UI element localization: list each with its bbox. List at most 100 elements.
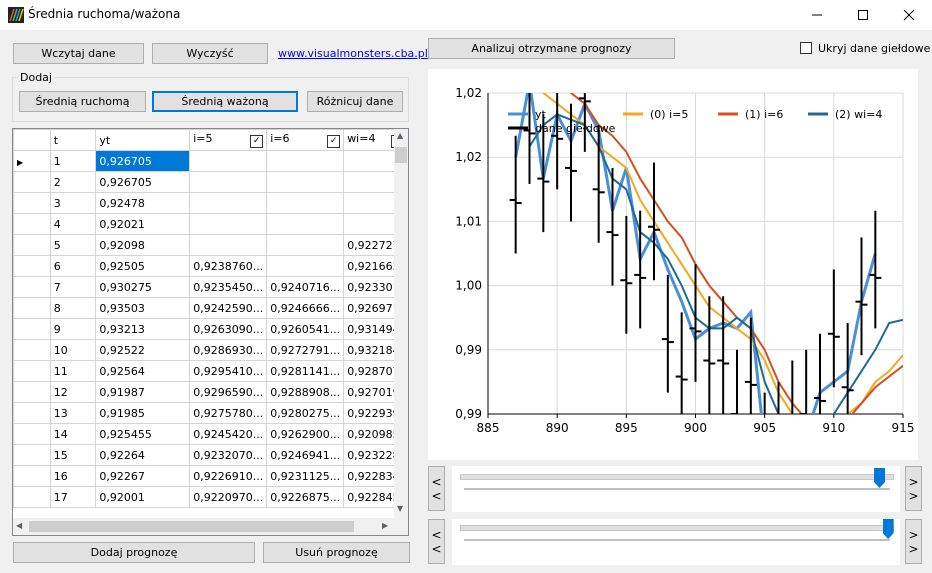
remove-forecast-button[interactable]: Usuń prognozę — [263, 542, 410, 563]
table-cell[interactable]: 0,92267 — [95, 465, 191, 487]
table-cell[interactable]: 0,92505 — [95, 255, 191, 277]
table-cell[interactable]: 0,9263090... — [189, 318, 268, 340]
row-header[interactable] — [13, 360, 51, 382]
website-link[interactable]: www.visualmonsters.cba.pl — [278, 47, 428, 60]
table-row[interactable]: 8 0,93503 0,9242590... 0,9246666... 0,926971… — [13, 297, 408, 319]
row-header[interactable] — [13, 255, 51, 277]
table-row[interactable]: 4 0,92021 — [13, 213, 408, 235]
table-cell[interactable] — [266, 192, 345, 214]
table-cell[interactable]: 0,9232070... — [189, 444, 268, 466]
slider1-next-button[interactable]: > > — [905, 466, 922, 511]
scroll-right-icon[interactable]: ▶ — [382, 521, 388, 530]
data-grid[interactable]: tyti=5✓i=6✓wi=4✓ ▶10,92670520,92670530,9… — [12, 128, 409, 536]
row-header[interactable] — [13, 276, 51, 298]
grid-vertical-scrollbar[interactable]: ▲ ▼ — [394, 129, 408, 518]
table-cell[interactable]: 0,9280275... — [266, 402, 345, 424]
table-cell[interactable]: 0,93213 — [95, 318, 191, 340]
table-cell[interactable] — [266, 213, 345, 235]
table-cell[interactable]: 7 — [49, 276, 97, 298]
table-cell[interactable]: 15 — [49, 444, 97, 466]
scroll-down-icon[interactable]: ▼ — [397, 504, 403, 513]
table-cell[interactable]: 0,9275780... — [189, 402, 268, 424]
scroll-up-icon[interactable]: ▲ — [397, 131, 403, 140]
table-row[interactable]: 9 0,93213 0,9263090... 0,9260541... 0,931494… — [13, 318, 408, 340]
table-cell[interactable]: 0,925455 — [95, 423, 191, 445]
table-cell[interactable]: 0,92478 — [95, 192, 191, 214]
table-cell[interactable]: 0,92021 — [95, 213, 191, 235]
table-row[interactable]: ▶ 1 0,926705 — [13, 150, 408, 172]
slider2-next-button[interactable]: > > — [905, 519, 922, 564]
table-cell[interactable]: 0,92264 — [95, 444, 191, 466]
table-row[interactable]: 12 0,91987 0,9296590... 0,9288908... 0,92701… — [13, 381, 408, 403]
table-cell[interactable] — [189, 150, 268, 172]
table-cell[interactable]: 8 — [49, 297, 97, 319]
analyze-forecasts-button[interactable]: Analizuj otrzymane prognozy — [428, 38, 675, 59]
table-cell[interactable]: 0,92564 — [95, 360, 191, 382]
table-cell[interactable] — [189, 213, 268, 235]
table-cell[interactable]: 0,9231125... — [266, 465, 345, 487]
table-cell[interactable]: 0,9262900... — [266, 423, 345, 445]
table-cell[interactable]: 0,9226875... — [266, 486, 345, 508]
table-row[interactable]: 17 0,92001 0,9220970... 0,9226875... 0,92284… — [13, 486, 408, 508]
table-cell[interactable] — [266, 234, 345, 256]
column-visibility-checkbox[interactable]: ✓ — [327, 135, 341, 148]
table-cell[interactable] — [266, 150, 345, 172]
column-header[interactable] — [13, 129, 51, 151]
table-cell[interactable]: 3 — [49, 192, 97, 214]
table-cell[interactable]: 0,9281141... — [266, 360, 345, 382]
table-row[interactable]: 10 0,92522 0,9286930... 0,9272791... 0,93218… — [13, 339, 408, 361]
row-header[interactable] — [13, 444, 51, 466]
table-cell[interactable]: 0,930275 — [95, 276, 191, 298]
table-cell[interactable]: 0,9245420... — [189, 423, 268, 445]
column-header[interactable]: t — [49, 129, 97, 151]
maximize-button[interactable] — [840, 0, 886, 30]
table-cell[interactable]: 0,9238760... — [189, 255, 268, 277]
table-cell[interactable]: 0,93503 — [95, 297, 191, 319]
table-cell[interactable]: 0,9242590... — [189, 297, 268, 319]
table-cell[interactable]: 0,91985 — [95, 402, 191, 424]
table-cell[interactable]: 0,9272791... — [266, 339, 345, 361]
table-cell[interactable]: 0,9260541... — [266, 318, 345, 340]
row-header[interactable] — [13, 171, 51, 193]
slider1-thumb[interactable] — [874, 468, 886, 488]
table-cell[interactable]: 14 — [49, 423, 97, 445]
slider1-prev-button[interactable]: < < — [428, 466, 445, 511]
differentiate-data-button[interactable]: Różnicuj dane — [307, 91, 403, 112]
grid-horizontal-scrollbar[interactable]: ◀ ▶ — [13, 518, 394, 535]
table-cell[interactable] — [189, 171, 268, 193]
row-header[interactable] — [13, 339, 51, 361]
table-row[interactable]: 6 0,92505 0,9238760... 0,921663( — [13, 255, 408, 277]
table-cell[interactable]: 5 — [49, 234, 97, 256]
table-cell[interactable]: 0,92001 — [95, 486, 191, 508]
table-cell[interactable]: 16 — [49, 465, 97, 487]
clear-button[interactable]: Wyczyść — [152, 43, 268, 64]
horizontal-scroll-thumb[interactable] — [29, 521, 354, 532]
table-cell[interactable]: 0,91987 — [95, 381, 191, 403]
row-header[interactable] — [13, 381, 51, 403]
row-header[interactable] — [13, 297, 51, 319]
table-row[interactable]: 11 0,92564 0,9295410... 0,9281141... 0,92870… — [13, 360, 408, 382]
row-header[interactable] — [13, 423, 51, 445]
table-cell[interactable]: 0,9246941... — [266, 444, 345, 466]
row-header[interactable] — [13, 192, 51, 214]
table-row[interactable]: 16 0,92267 0,9226910... 0,9231125... 0,92283… — [13, 465, 408, 487]
table-cell[interactable]: 17 — [49, 486, 97, 508]
slider2-prev-button[interactable]: < < — [428, 519, 445, 564]
row-header[interactable] — [13, 486, 51, 508]
table-cell[interactable]: 0,9246666... — [266, 297, 345, 319]
add-moving-average-button[interactable]: Średnią ruchomą — [19, 91, 146, 112]
table-cell[interactable]: 10 — [49, 339, 97, 361]
row-header[interactable] — [13, 465, 51, 487]
table-cell[interactable]: 0,926705 — [95, 150, 191, 172]
table-cell[interactable] — [189, 192, 268, 214]
table-row[interactable]: 14 0,925455 0,9245420... 0,9262900... 0,9209… — [13, 423, 408, 445]
close-button[interactable] — [886, 0, 932, 30]
table-cell[interactable] — [189, 234, 268, 256]
table-cell[interactable]: 11 — [49, 360, 97, 382]
row-header[interactable] — [13, 213, 51, 235]
table-cell[interactable] — [266, 171, 345, 193]
table-cell[interactable]: 0,9286930... — [189, 339, 268, 361]
table-cell[interactable]: 0,9226910... — [189, 465, 268, 487]
table-cell[interactable]: 0,9288908... — [266, 381, 345, 403]
minimize-button[interactable] — [794, 0, 840, 30]
